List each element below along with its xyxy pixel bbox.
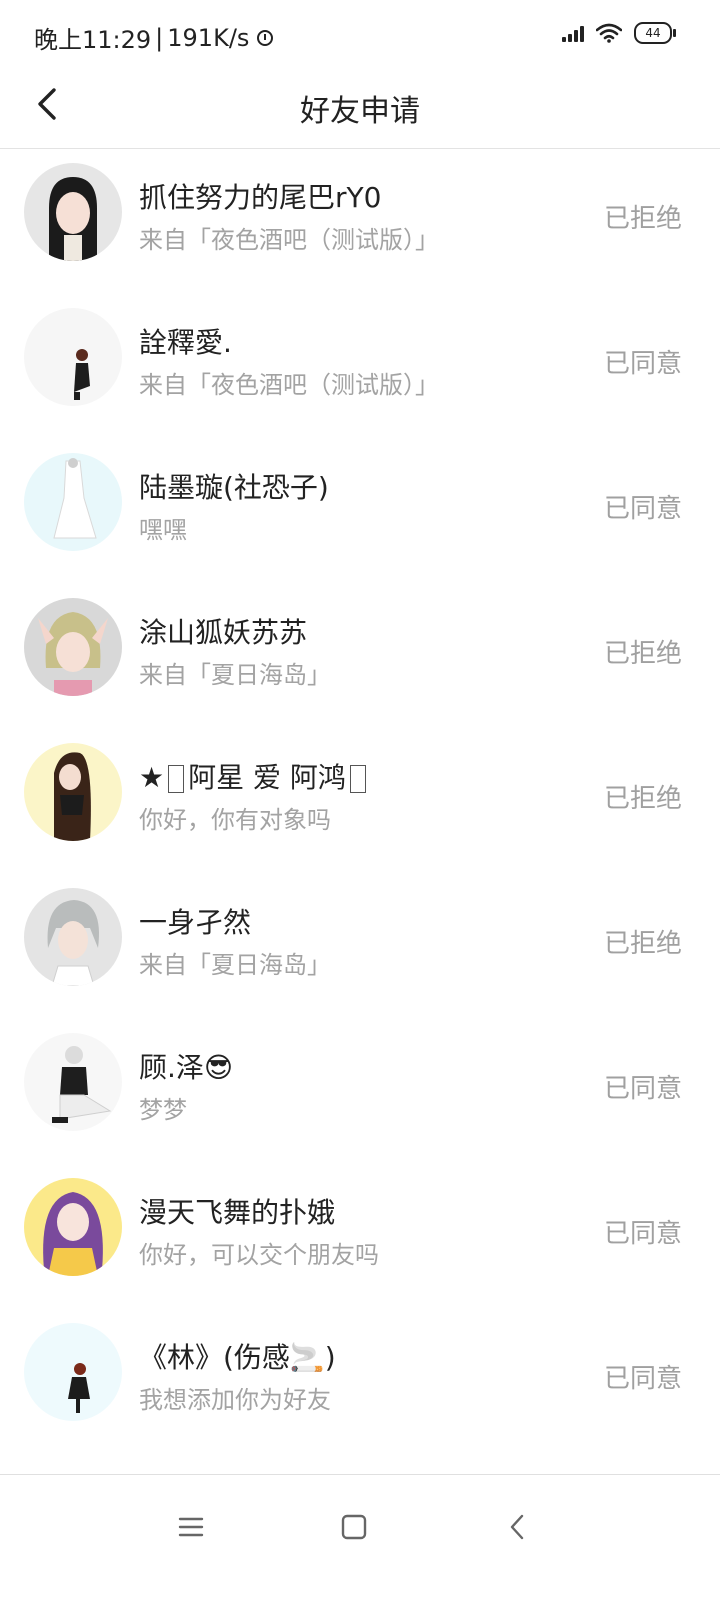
avatar[interactable] [24,308,122,406]
request-message: 嘿嘿 [139,516,187,544]
status-separator: | [155,23,164,52]
avatar[interactable] [24,1033,122,1131]
request-name: 顾.泽😎 [139,1051,234,1084]
request-source: 来自「夜色酒吧（测试版）」 [139,371,439,399]
request-item[interactable]: 抓住努力的尾巴rY0 来自「夜色酒吧（测试版）」 已拒绝 [0,150,720,295]
request-status: 已拒绝 [603,639,682,669]
menu-icon[interactable] [171,1507,211,1547]
request-name: 漫天飞舞的扑娥 [139,1196,336,1229]
request-status: 已同意 [603,1364,682,1394]
request-message: 你好，可以交个朋友吗 [139,1241,379,1269]
header: 好友申请 [0,70,720,149]
request-source: 来自「夏日海岛」 [139,951,331,979]
back-triangle-icon[interactable] [498,1507,538,1547]
signal-icon [562,24,584,42]
status-bar: 晚上11:29 | 191K/s 44 [0,0,720,70]
unsupported-emoji-icon [349,765,366,793]
request-status: 已同意 [603,1074,682,1104]
request-status: 已拒绝 [603,784,682,814]
name-part: ★ [139,761,165,794]
page-title: 好友申请 [300,94,420,129]
request-name: 《林》(伤感🚬) [139,1341,336,1374]
request-message: 你好，你有对象吗 [139,806,331,834]
avatar[interactable] [24,888,122,986]
avatar[interactable] [24,598,122,696]
avatar[interactable] [24,163,122,261]
home-square-icon[interactable] [334,1507,374,1547]
wifi-icon [596,23,622,43]
alarm-clock-icon [257,29,274,46]
avatar[interactable] [24,743,122,841]
request-source: 来自「夜色酒吧（测试版）」 [139,226,439,254]
request-item[interactable]: 一身孑然 来自「夏日海岛」 已拒绝 [0,875,720,1020]
request-source: 来自「夏日海岛」 [139,661,331,689]
request-item[interactable]: 漫天飞舞的扑娥 你好，可以交个朋友吗 已同意 [0,1165,720,1310]
request-status: 已同意 [603,349,682,379]
battery-icon: 44 [634,22,676,44]
request-name: 涂山狐妖苏苏 [139,616,308,649]
request-item[interactable]: 陆墨璇(社恐子) 嘿嘿 已同意 [0,440,720,585]
system-navigation-bar [0,1474,720,1601]
request-item[interactable]: 顾.泽😎 梦梦 已同意 [0,1020,720,1165]
request-status: 已同意 [603,494,682,524]
request-message: 梦梦 [139,1096,187,1124]
request-item[interactable]: 涂山狐妖苏苏 来自「夏日海岛」 已拒绝 [0,585,720,730]
request-name: 一身孑然 [139,906,252,939]
status-right: 44 [562,22,676,44]
request-item[interactable]: ★ 阿星 爱 阿鸿 你好，你有对象吗 已拒绝 [0,730,720,875]
avatar[interactable] [24,1323,122,1421]
request-status: 已拒绝 [603,929,682,959]
request-status: 已拒绝 [603,204,682,234]
status-left: 晚上11:29 | 191K/s [34,20,274,55]
request-item[interactable]: 《林》(伤感🚬) 我想添加你为好友 已同意 [0,1310,720,1455]
avatar[interactable] [24,1178,122,1276]
name-part: 阿星 爱 阿鸿 [188,761,346,794]
request-name: 陆墨璇(社恐子) [139,471,329,504]
status-time: 晚上11:29 [34,26,152,54]
request-name: 抓住努力的尾巴rY0 [139,181,382,214]
request-name: ★ 阿星 爱 阿鸿 [139,756,370,796]
network-speed: 191K/s [167,23,250,52]
friend-request-list[interactable]: 抓住努力的尾巴rY0 来自「夜色酒吧（测试版）」 已拒绝 詮釋愛. 来自「夜色酒… [0,150,720,1475]
avatar[interactable] [24,453,122,551]
request-status: 已同意 [603,1219,682,1249]
request-item[interactable]: 詮釋愛. 来自「夜色酒吧（测试版）」 已同意 [0,295,720,440]
request-message: 我想添加你为好友 [139,1386,331,1414]
unsupported-emoji-icon [168,765,185,793]
request-name: 詮釋愛. [139,326,232,359]
